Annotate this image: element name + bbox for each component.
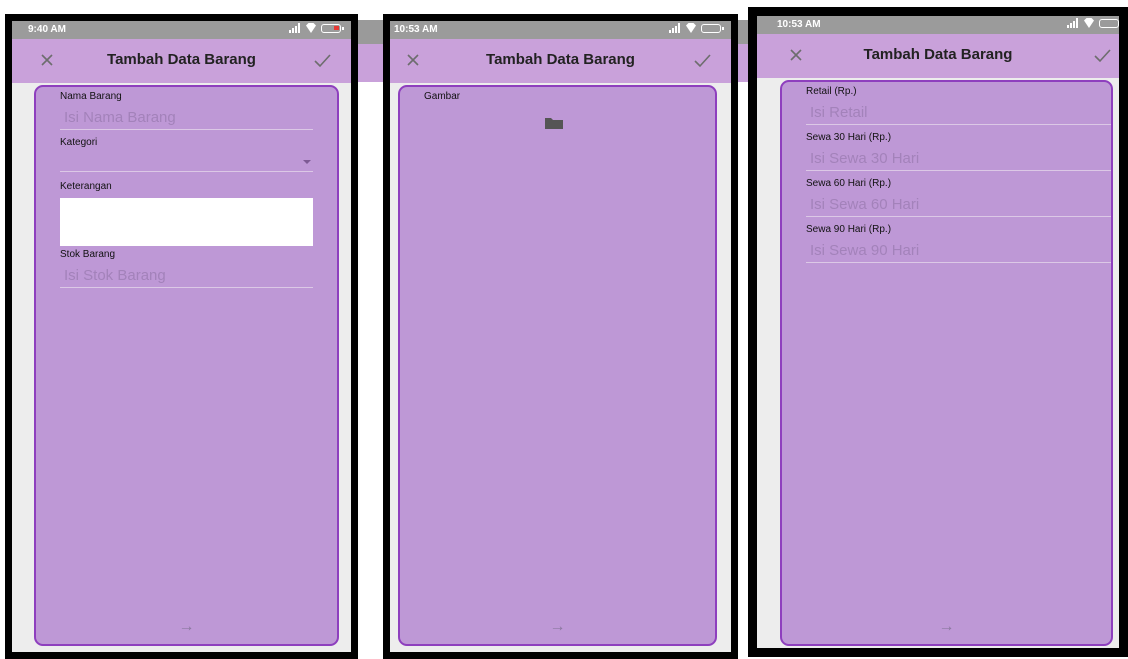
check-icon[interactable] xyxy=(691,49,713,71)
form-card: Nama Barang Isi Nama Barang Kategori Ket… xyxy=(34,85,339,646)
retail-input[interactable]: Isi Retail xyxy=(806,102,1111,125)
app-toolbar: Tambah Data Barang xyxy=(12,39,351,83)
stok-barang-label: Stok Barang xyxy=(60,249,116,260)
arrow-right-icon[interactable]: → xyxy=(400,618,715,636)
sewa-30-hari-input[interactable]: Isi Sewa 30 Hari xyxy=(806,148,1111,171)
phone-screen-1: 9:40 AM Tambah Data Barang Nama Barang I… xyxy=(5,14,358,659)
status-bar: 9:40 AM xyxy=(12,21,351,39)
nama-barang-label: Nama Barang xyxy=(60,91,122,102)
sewa-60-hari-label: Sewa 60 Hari (Rp.) xyxy=(806,178,892,189)
phone-screen-3: 10:53 AM Tambah Data Barang Retail (Rp.)… xyxy=(748,7,1128,657)
status-time: 9:40 AM xyxy=(28,24,66,35)
kategori-select[interactable] xyxy=(60,153,313,172)
signal-icon xyxy=(1067,18,1079,28)
signal-icon xyxy=(289,23,301,33)
form-card: Gambar → xyxy=(398,85,717,646)
sewa-30-hari-label: Sewa 30 Hari (Rp.) xyxy=(806,132,892,143)
app-toolbar: Tambah Data Barang xyxy=(757,34,1119,78)
battery-icon xyxy=(701,23,724,33)
arrow-right-icon[interactable]: → xyxy=(36,618,337,636)
form-card: Retail (Rp.) Isi Retail Sewa 30 Hari (Rp… xyxy=(780,80,1113,646)
arrow-right-icon[interactable]: → xyxy=(782,618,1111,636)
kategori-label: Kategori xyxy=(60,137,98,148)
status-bar: 10:53 AM xyxy=(390,21,731,39)
phone-screen-2: 10:53 AM Tambah Data Barang Gambar → xyxy=(383,14,738,659)
page-title: Tambah Data Barang xyxy=(863,46,1013,63)
status-time: 10:53 AM xyxy=(394,24,438,35)
wifi-icon xyxy=(1083,18,1095,28)
check-icon[interactable] xyxy=(1091,44,1113,66)
page-title: Tambah Data Barang xyxy=(107,51,256,68)
folder-icon[interactable] xyxy=(545,117,563,129)
status-bar: 10:53 AM xyxy=(757,16,1119,34)
signal-icon xyxy=(669,23,681,33)
battery-icon xyxy=(1099,18,1119,28)
chevron-down-icon xyxy=(303,160,311,164)
app-toolbar: Tambah Data Barang xyxy=(390,39,731,83)
wifi-icon xyxy=(305,23,317,33)
status-time: 10:53 AM xyxy=(777,19,821,30)
background-strip xyxy=(357,20,385,82)
gambar-label: Gambar xyxy=(424,91,461,102)
sewa-90-hari-input[interactable]: Isi Sewa 90 Hari xyxy=(806,240,1111,263)
keterangan-textarea[interactable] xyxy=(60,198,313,246)
sewa-60-hari-input[interactable]: Isi Sewa 60 Hari xyxy=(806,194,1111,217)
battery-icon xyxy=(321,23,344,33)
check-icon[interactable] xyxy=(311,49,333,71)
retail-label: Retail (Rp.) xyxy=(806,86,857,97)
wifi-icon xyxy=(685,23,697,33)
stok-barang-input[interactable]: Isi Stok Barang xyxy=(60,265,313,288)
sewa-90-hari-label: Sewa 90 Hari (Rp.) xyxy=(806,224,892,235)
page-title: Tambah Data Barang xyxy=(486,51,635,68)
keterangan-label: Keterangan xyxy=(60,181,112,192)
nama-barang-input[interactable]: Isi Nama Barang xyxy=(60,107,313,130)
